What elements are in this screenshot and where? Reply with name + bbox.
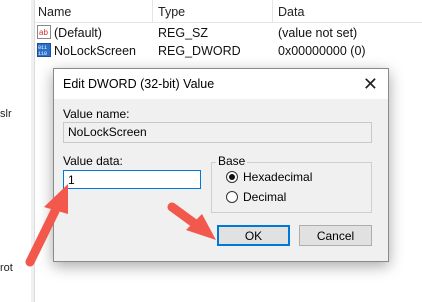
value-data-input[interactable] xyxy=(63,170,201,189)
value-name: (Default) xyxy=(54,26,102,40)
decimal-radio[interactable] xyxy=(226,191,238,203)
hexadecimal-radio[interactable] xyxy=(226,171,238,183)
tree-pane[interactable]: slr rot xyxy=(0,0,32,302)
svg-text:110: 110 xyxy=(38,51,47,57)
column-header-name[interactable]: Name xyxy=(38,5,71,19)
binary-value-icon: 011 110 xyxy=(37,43,51,57)
value-type: REG_SZ xyxy=(158,26,209,40)
value-name-text: NoLockScreen xyxy=(68,125,147,139)
edit-dword-dialog: Edit DWORD (32-bit) Value ✕ Value name: … xyxy=(53,68,389,262)
string-value-icon: ab xyxy=(37,25,51,39)
decimal-label[interactable]: Decimal xyxy=(243,190,286,204)
tree-node-fragment[interactable]: rot xyxy=(0,262,13,274)
column-header-type[interactable]: Type xyxy=(158,5,185,19)
ok-button[interactable]: OK xyxy=(217,225,290,246)
list-row[interactable]: 011 110 NoLockScreen REG_DWORD 0x0000000… xyxy=(35,42,422,60)
value-data-label: Value data: xyxy=(63,154,123,168)
dialog-title-bar[interactable]: Edit DWORD (32-bit) Value ✕ xyxy=(54,69,388,99)
value-type: REG_DWORD xyxy=(158,44,241,58)
column-divider[interactable] xyxy=(272,0,273,22)
dialog-title: Edit DWORD (32-bit) Value xyxy=(63,77,215,91)
close-icon[interactable]: ✕ xyxy=(363,74,378,95)
value-name-field: NoLockScreen xyxy=(63,122,372,143)
column-divider[interactable] xyxy=(152,0,153,22)
list-header: Name Type Data xyxy=(35,0,422,23)
hexadecimal-label[interactable]: Hexadecimal xyxy=(243,170,312,184)
column-header-data[interactable]: Data xyxy=(278,5,304,19)
list-row[interactable]: ab (Default) REG_SZ (value not set) xyxy=(35,24,422,42)
value-data: (value not set) xyxy=(278,26,358,40)
value-name: NoLockScreen xyxy=(54,44,136,58)
tree-node-fragment[interactable]: slr xyxy=(0,108,12,120)
value-data: 0x00000000 (0) xyxy=(278,44,366,58)
cancel-button[interactable]: Cancel xyxy=(299,225,372,246)
radio-selected-dot xyxy=(229,174,235,180)
svg-text:ab: ab xyxy=(39,28,48,37)
value-name-label: Value name: xyxy=(63,107,130,121)
base-label: Base xyxy=(216,154,248,168)
